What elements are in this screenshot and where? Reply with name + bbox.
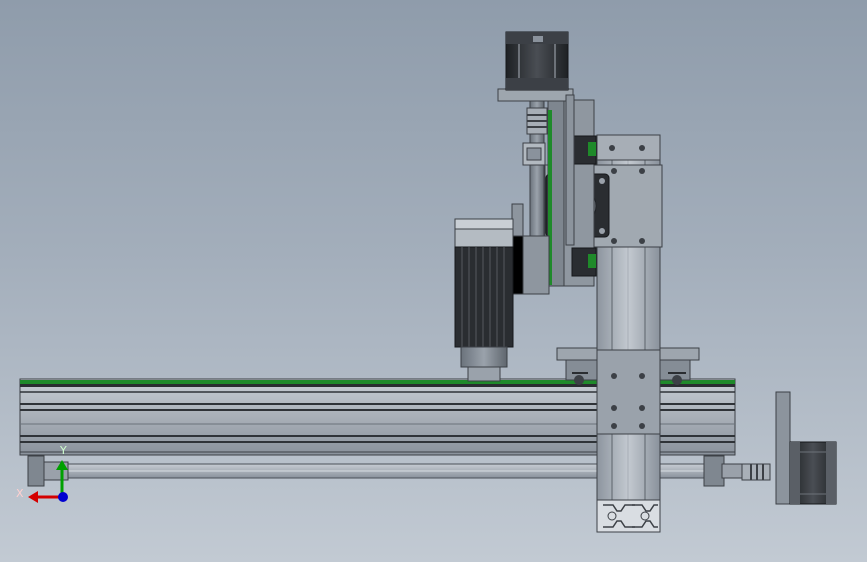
x-axis-stepper-motor[interactable] <box>789 441 837 505</box>
y-axis-label: Y <box>59 444 67 457</box>
x-axis-label: X <box>16 487 24 500</box>
z-axis-dot <box>58 492 68 502</box>
x-axis-coupling <box>741 463 771 481</box>
z-axis-coupling <box>526 107 548 135</box>
column-top-plate <box>596 134 661 161</box>
z-bearing-block-lower <box>571 247 597 277</box>
spindle-collet <box>460 346 508 382</box>
right-bearing-block <box>703 455 743 487</box>
z-bearing-block-upper <box>571 135 597 165</box>
spindle-motor-body[interactable] <box>454 246 514 348</box>
cad-viewport[interactable]: Y X <box>0 0 867 562</box>
spindle-motor-head[interactable] <box>454 218 514 248</box>
column-end-profile <box>596 499 661 533</box>
z-lower-bearing <box>522 142 546 166</box>
x-axis-motor-mount-plate <box>775 391 791 505</box>
column-mount-plate <box>596 349 661 435</box>
z-axis-stepper-motor[interactable] <box>505 31 569 91</box>
